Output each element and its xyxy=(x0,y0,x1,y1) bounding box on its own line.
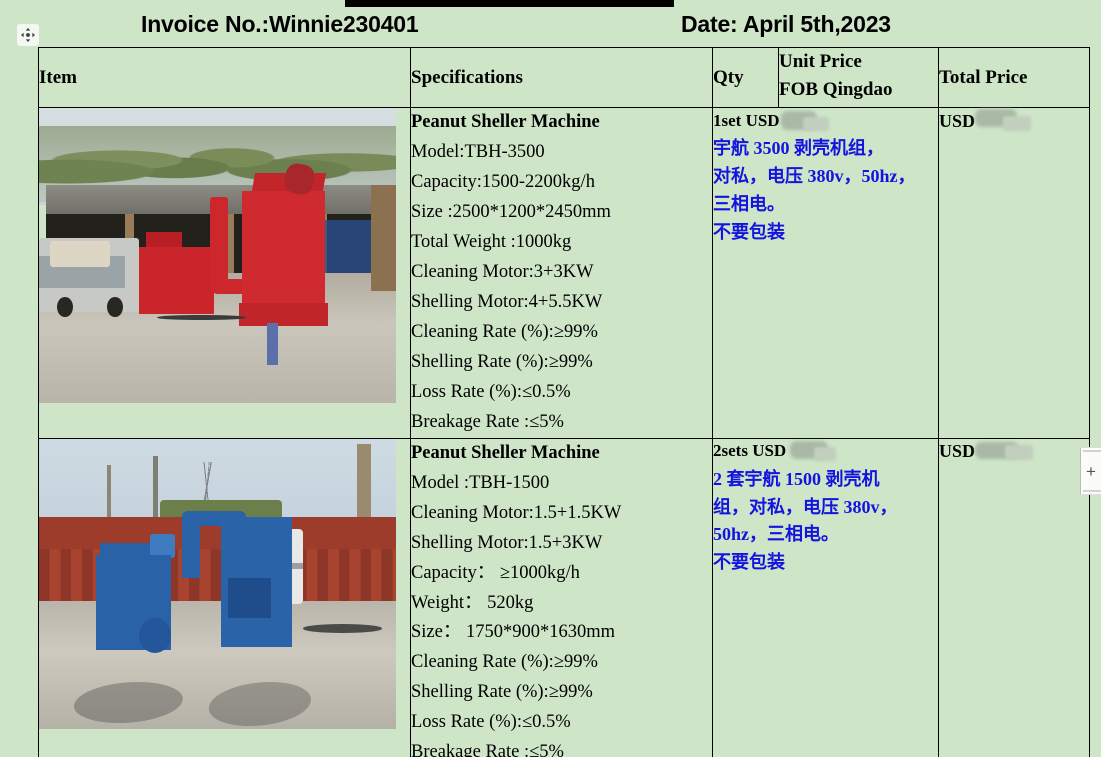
note-line: 2 套宇航 1500 剥壳机 xyxy=(713,468,880,489)
product-image-cell-1[interactable] xyxy=(38,107,411,439)
spec-title: Peanut Sheller Machine xyxy=(411,442,600,463)
spec-line: Cleaning Motor:3+3KW xyxy=(411,261,594,282)
specifications-cell-1: Peanut Sheller Machine Model:TBH-3500 Ca… xyxy=(410,107,713,439)
header-qty: Qty xyxy=(712,47,779,108)
spec-line: Shelling Rate (%):≥99% xyxy=(411,682,593,703)
qty-unit-price-cell-1: 1set USD 宇航 3500 剥壳机组， 对私，电压 380v，50hz， … xyxy=(712,107,939,439)
note-line-extra: 不要包装 xyxy=(713,221,785,242)
spec-line: Loss Rate (%):≤0.5% xyxy=(411,712,571,733)
plus-glyph: + xyxy=(1086,461,1096,481)
invoice-header: Invoice No.:Winnie230401 Date: April 5th… xyxy=(0,11,1101,45)
chinese-note-1: 宇航 3500 剥壳机组， 对私，电压 380v，50hz， 三相电。 不要包装 xyxy=(713,135,938,247)
redacted-unit-price xyxy=(788,439,837,464)
product-photo-tbh3500[interactable] xyxy=(39,108,396,403)
spec-line: Capacity:1500-2200kg/h xyxy=(411,171,595,192)
qty-unit-price-label-row: 1set USD xyxy=(713,108,938,133)
spec-line: Cleaning Rate (%):≥99% xyxy=(411,652,598,673)
specifications-cell-2: Peanut Sheller Machine Model :TBH-1500 C… xyxy=(410,437,713,757)
note-line: 对私，电压 380v，50hz， xyxy=(713,165,916,186)
spec-line: Total Weight :1000kg xyxy=(411,231,572,252)
chinese-note-2: 2 套宇航 1500 剥壳机 组，对私，电压 380v， 50hz，三相电。 不… xyxy=(713,466,938,578)
note-line: 组，对私，电压 380v， xyxy=(713,496,898,517)
spec-line: Shelling Motor:1.5+3KW xyxy=(411,532,603,553)
spec-line: Breakage Rate :≤5% xyxy=(411,411,564,432)
redacted-total-price xyxy=(975,108,1032,134)
spec-line: Size :2500*1200*2450mm xyxy=(411,201,611,222)
header-unit-price: Unit Price FOB Qingdao xyxy=(778,47,939,108)
spec-line: Cleaning Motor:1.5+1.5KW xyxy=(411,502,622,523)
spec-line: Cleaning Rate (%):≥99% xyxy=(411,321,598,342)
qty-unit-price-label: 1set USD xyxy=(713,110,780,130)
header-item: Item xyxy=(38,47,411,108)
table-header-row: Item Specifications Qty Unit Price FOB Q… xyxy=(38,47,1090,108)
header-total-price: Total Price xyxy=(938,47,1090,108)
spec-line: Loss Rate (%):≤0.5% xyxy=(411,381,571,402)
spec-line: Breakage Rate :≤5% xyxy=(411,742,564,757)
qty-unit-price-label: 2sets USD xyxy=(713,441,787,461)
note-line: 三相电。 xyxy=(713,193,785,214)
plus-icon[interactable]: + xyxy=(1080,447,1101,495)
qty-unit-price-label-row: 2sets USD xyxy=(713,439,938,464)
spec-line: Shelling Motor:4+5.5KW xyxy=(411,291,603,312)
qty-unit-price-cell-2: 2sets USD 2 套宇航 1500 剥壳机 组，对私，电压 380v， 5… xyxy=(712,437,939,757)
table-row: Peanut Sheller Machine Model :TBH-1500 C… xyxy=(38,437,1090,757)
invoice-table: Item Specifications Qty Unit Price FOB Q… xyxy=(38,47,1090,757)
selection-bar xyxy=(345,0,674,7)
header-unit-price-line1: Unit Price xyxy=(779,51,862,72)
total-price-label: USD xyxy=(939,440,976,461)
note-line: 宇航 3500 剥壳机组， xyxy=(713,138,884,158)
header-unit-price-line2: FOB Qingdao xyxy=(779,78,893,100)
spec-line: Size： 1750*900*1630mm xyxy=(411,622,616,643)
spec-line: Shelling Rate (%):≥99% xyxy=(411,351,593,372)
header-specifications: Specifications xyxy=(410,47,713,108)
spec-title: Peanut Sheller Machine xyxy=(411,112,600,132)
spec-line: Model :TBH-1500 xyxy=(411,472,550,493)
redacted-unit-price xyxy=(780,108,829,133)
spec-line: Weight： 520kg xyxy=(411,592,534,613)
redacted-total-price xyxy=(975,439,1034,464)
document-page: Invoice No.:Winnie230401 Date: April 5th… xyxy=(0,0,1101,757)
note-line: 50hz，三相电。 xyxy=(713,524,839,545)
table-row: Peanut Sheller Machine Model:TBH-3500 Ca… xyxy=(38,107,1090,439)
spec-line: Capacity： ≥1000kg/h xyxy=(411,562,580,583)
invoice-number: Invoice No.:Winnie230401 xyxy=(141,11,419,37)
product-image-cell-2[interactable] xyxy=(38,437,411,757)
spec-line: Model:TBH-3500 xyxy=(411,141,545,162)
total-price-cell-2: USD xyxy=(938,437,1090,757)
total-price-cell-1: USD xyxy=(938,107,1090,439)
product-photo-tbh1500[interactable] xyxy=(39,438,396,729)
note-line-extra: 不要包装 xyxy=(713,552,785,573)
invoice-date: Date: April 5th,2023 xyxy=(681,11,891,37)
total-price-label: USD xyxy=(939,110,976,131)
